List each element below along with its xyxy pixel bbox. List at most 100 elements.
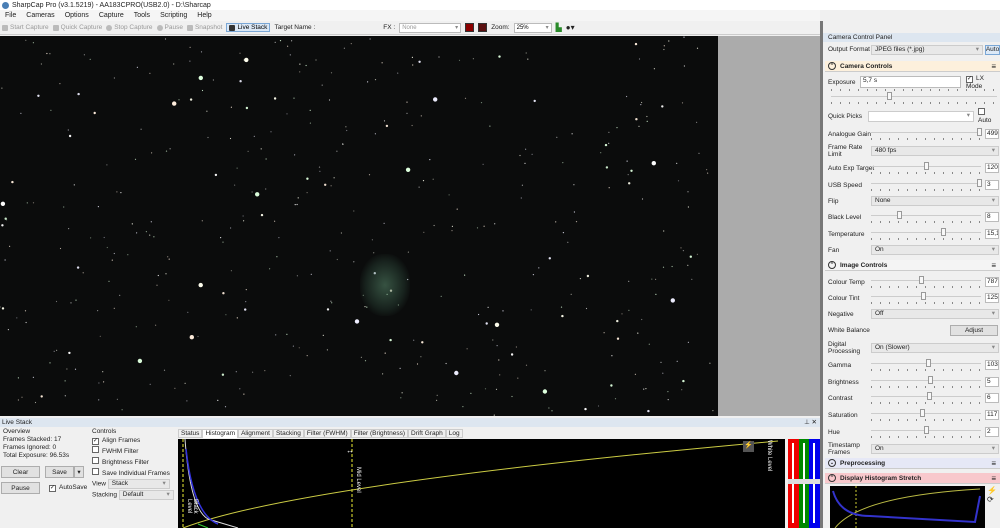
frame-rate-select[interactable]: 480 fps — [871, 146, 999, 156]
snapshot-button[interactable]: Snapshot — [186, 24, 222, 31]
auto-stretch-icon[interactable]: ⚡ — [743, 441, 754, 452]
analogue-gain-value[interactable]: 4998 — [985, 129, 999, 139]
usb-speed-value[interactable]: 3 — [985, 180, 999, 190]
quick-capture-button[interactable]: Quick Capture — [52, 24, 102, 31]
red-square-icon[interactable] — [465, 23, 475, 32]
rgb-level-sliders[interactable] — [788, 439, 820, 528]
tab-filter-brightness-[interactable]: Filter (Brightness) — [350, 429, 408, 438]
menu-icon[interactable]: ≡ — [991, 261, 996, 270]
check-brightness-filter[interactable]: Brightness Filter — [92, 457, 174, 468]
flip-select[interactable]: None — [871, 196, 999, 206]
black-level-slider[interactable] — [871, 211, 981, 223]
auto-exp-target-value[interactable]: 120 — [985, 163, 999, 173]
slider-thumb[interactable] — [976, 128, 982, 136]
temperature-slider[interactable] — [871, 228, 981, 240]
autosave-checkbox[interactable]: ✓ AutoSave — [49, 484, 87, 492]
stop-capture-button[interactable]: Stop Capture — [106, 24, 153, 31]
slider-thumb[interactable] — [927, 392, 933, 400]
save-button[interactable]: Save — [45, 466, 74, 478]
menu-tools[interactable]: Tools — [129, 12, 155, 19]
temperature-value[interactable]: 15,1 — [985, 229, 999, 239]
fan-select[interactable]: On — [871, 245, 999, 255]
black-level-value[interactable]: 8 — [985, 212, 999, 222]
menu-file[interactable]: File — [0, 12, 21, 19]
usb-speed-slider[interactable] — [871, 179, 982, 191]
menu-options[interactable]: Options — [60, 12, 94, 19]
slider-thumb[interactable] — [896, 211, 902, 219]
check-align-frames[interactable]: ✓ Align Frames — [92, 436, 174, 446]
hue-value[interactable]: 2 — [985, 427, 999, 437]
gamma-value[interactable]: 103 — [985, 360, 999, 370]
menu-capture[interactable]: Capture — [94, 12, 129, 19]
colour-temp-value[interactable]: 7876 — [985, 277, 999, 287]
brightness-value[interactable]: 5 — [985, 377, 999, 387]
view-select[interactable]: Stack — [107, 479, 170, 489]
tab-log[interactable]: Log — [445, 429, 463, 438]
reset-icon[interactable]: ⚡ ⟳ — [987, 486, 997, 504]
black-level-marker[interactable]: Black Level — [186, 499, 198, 528]
focus-icon[interactable]: ●▾ — [566, 23, 575, 32]
slider-thumb[interactable] — [976, 179, 982, 187]
pause-button[interactable]: Pause — [156, 24, 183, 31]
brightness-slider[interactable] — [871, 376, 981, 388]
fx-select[interactable]: None — [399, 22, 462, 33]
colour-tint-slider[interactable] — [871, 292, 981, 304]
display-histogram-graph[interactable] — [830, 486, 985, 528]
menu-icon[interactable]: ≡ — [991, 62, 996, 71]
zoom-select[interactable]: 25% — [513, 22, 552, 33]
exposure-slider[interactable] — [831, 89, 997, 104]
slider-thumb[interactable] — [918, 276, 924, 284]
digital-processing-select[interactable]: On (Slower) — [871, 343, 999, 353]
menu-cameras[interactable]: Cameras — [21, 12, 59, 19]
tab-alignment[interactable]: Alignment — [238, 429, 273, 438]
check-save-individual-frames[interactable]: Save Individual Frames — [92, 468, 174, 479]
tab-drift-graph[interactable]: Drift Graph — [408, 429, 446, 438]
mid-level-marker[interactable]: Mid Level — [355, 467, 361, 493]
analogue-gain-slider[interactable] — [871, 128, 982, 140]
preprocessing-header[interactable]: ⌄ Preprocessing ≡ — [825, 458, 1000, 469]
clear-button[interactable]: Clear — [1, 466, 40, 478]
slider-thumb[interactable] — [924, 426, 929, 434]
quick-picks-select[interactable] — [868, 110, 974, 122]
contrast-slider[interactable] — [871, 392, 981, 404]
output-format-select[interactable]: JPEG files (*.jpg) — [871, 44, 983, 55]
tab-status[interactable]: Status — [178, 429, 203, 438]
exposure-input[interactable]: 5,7 s — [860, 76, 961, 88]
camera-controls-header[interactable]: ⌃ Camera Controls ≡ — [825, 61, 1000, 72]
image-viewer[interactable] — [0, 36, 718, 416]
menu-help[interactable]: Help — [192, 12, 216, 19]
tab-histogram[interactable]: Histogram — [202, 429, 239, 438]
check-fwhm-filter[interactable]: FWHM Filter — [92, 446, 174, 457]
slider-thumb[interactable] — [928, 376, 934, 384]
timestamp-frames-select[interactable]: On — [871, 444, 999, 454]
colour-tint-value[interactable]: 1254 — [985, 293, 999, 303]
slider-thumb[interactable] — [940, 228, 946, 236]
close-icon[interactable]: ⊥ ✕ — [804, 418, 817, 427]
slider-thumb[interactable] — [924, 162, 929, 170]
adjust-button[interactable]: Adjust — [950, 324, 998, 336]
stack-histogram[interactable]: ↔ Black Level Mid Level White Level ⚡ — [178, 439, 785, 528]
menu-scripting[interactable]: Scripting — [155, 12, 192, 19]
white-level-marker[interactable]: White Level — [766, 440, 772, 471]
auto-checkbox[interactable]: Auto — [978, 108, 1000, 124]
saturation-slider[interactable] — [871, 409, 981, 421]
tab-stacking[interactable]: Stacking — [272, 429, 304, 438]
histogram-icon[interactable]: ▙ — [556, 23, 562, 32]
contrast-value[interactable]: 6 — [985, 393, 999, 403]
saturation-value[interactable]: 117 — [985, 410, 999, 420]
color-square-icon[interactable] — [478, 23, 488, 32]
menu-icon[interactable]: ≡ — [991, 474, 996, 483]
display-histogram-header[interactable]: ⌃ Display Histogram Stretch ≡ — [825, 473, 1000, 484]
lx-mode-checkbox[interactable]: ✓ LX Mode — [966, 75, 1000, 90]
slider-thumb[interactable] — [926, 359, 932, 367]
hue-slider[interactable] — [871, 426, 981, 438]
live-stack-button[interactable]: Live Stack — [226, 23, 271, 32]
auto-exp-target-slider[interactable] — [871, 162, 981, 174]
green-slider[interactable] — [799, 439, 809, 528]
slider-thumb[interactable] — [919, 409, 925, 417]
auto-button[interactable]: Auto — [985, 44, 1000, 55]
image-controls-header[interactable]: ⌃ Image Controls ≡ — [825, 260, 1000, 271]
stacking-select[interactable]: Default — [118, 489, 174, 500]
start-capture-button[interactable]: Start Capture — [2, 24, 49, 31]
blue-slider[interactable] — [809, 439, 820, 528]
